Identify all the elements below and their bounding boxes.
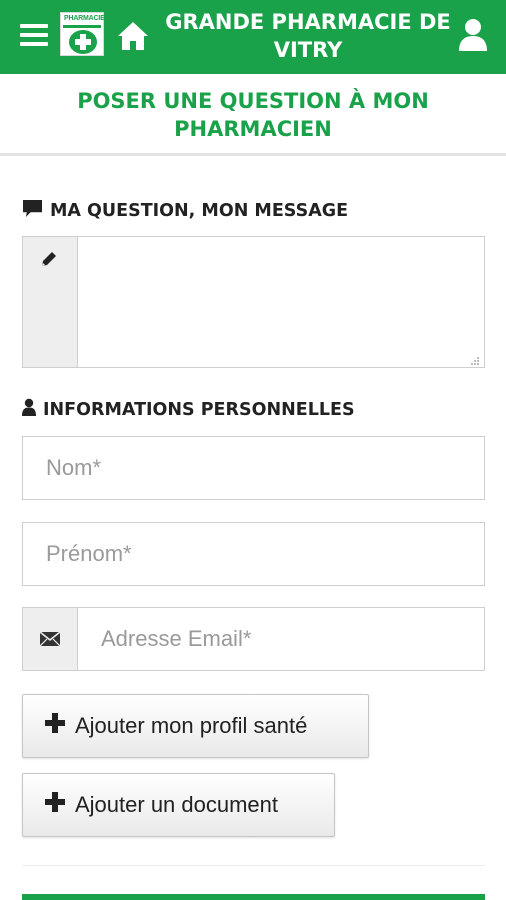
email-field	[22, 607, 485, 671]
personal-info-label-text: INFORMATIONS PERSONNELLES	[43, 399, 355, 420]
home-icon[interactable]	[116, 20, 150, 52]
page-header: POSER UNE QUESTION À MON PHARMACIEN	[0, 74, 506, 156]
comment-icon	[22, 199, 43, 223]
page-title: POSER UNE QUESTION À MON PHARMACIEN	[77, 89, 429, 141]
logo-text: PHARMACIE	[64, 15, 105, 22]
add-health-profile-label: Ajouter mon profil santé	[75, 713, 308, 738]
pharmacy-logo[interactable]: PHARMACIE	[60, 12, 105, 56]
email-input[interactable]	[79, 608, 484, 670]
add-document-button[interactable]: Ajouter un document	[22, 773, 335, 837]
plus-icon	[45, 792, 65, 818]
question-section-label: MA QUESTION, MON MESSAGE	[22, 199, 348, 223]
app-title: GRANDE PHARMACIE DE VITRY	[165, 10, 451, 62]
user-account-icon[interactable]	[458, 18, 488, 52]
add-health-profile-button[interactable]: Ajouter mon profil santé	[22, 694, 369, 758]
pharmacy-cross-icon	[69, 30, 97, 54]
prenom-input[interactable]	[23, 523, 484, 585]
user-icon	[22, 398, 36, 421]
hamburger-menu-icon[interactable]	[20, 24, 48, 48]
envelope-icon	[39, 631, 61, 651]
submit-button-edge[interactable]	[22, 894, 485, 900]
message-input-group	[22, 236, 485, 368]
plus-icon	[45, 713, 65, 739]
form-divider	[22, 865, 485, 866]
prenom-field	[22, 522, 485, 586]
pencil-icon	[39, 249, 59, 274]
message-textarea[interactable]	[79, 237, 484, 367]
add-document-label: Ajouter un document	[75, 792, 279, 817]
message-addon	[23, 237, 78, 367]
email-addon	[23, 608, 78, 670]
nom-input[interactable]	[23, 437, 484, 499]
app-header: PHARMACIE GRANDE PHARMACIE DE VITRY	[0, 0, 506, 74]
personal-info-section-label: INFORMATIONS PERSONNELLES	[22, 398, 355, 421]
resize-grip-icon[interactable]	[470, 353, 480, 365]
nom-field	[22, 436, 485, 500]
question-label-text: MA QUESTION, MON MESSAGE	[50, 201, 349, 221]
